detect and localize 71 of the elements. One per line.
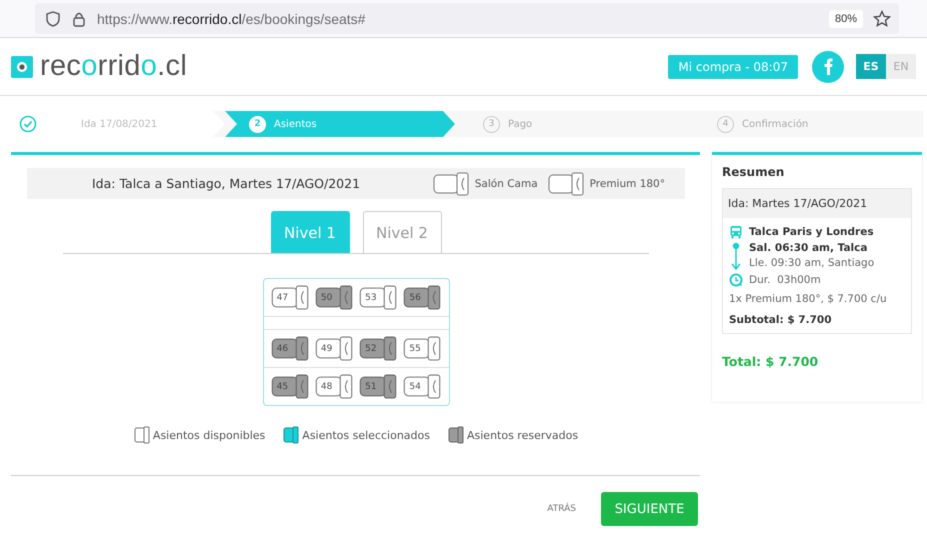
seat-button[interactable]: 54: [403, 374, 442, 399]
step-number: 2: [249, 116, 266, 132]
seat-button[interactable]: 53: [359, 285, 398, 310]
seat-icon: [403, 285, 442, 310]
seat-icon: [359, 336, 398, 361]
subtotal: Subtotal: $ 7.700: [729, 314, 833, 326]
route-arrow-icon: [730, 242, 742, 270]
seat-button[interactable]: 52: [359, 336, 398, 361]
seat-icon: [548, 172, 584, 196]
company-name: Talca Paris y Londres: [749, 226, 874, 238]
seat-icon: [314, 336, 353, 361]
seat-icon: [270, 374, 309, 399]
logo-icon: [11, 56, 33, 78]
next-button[interactable]: SIGUIENTE: [601, 492, 698, 526]
seat-button[interactable]: 55: [403, 336, 442, 361]
url-text: https://www.recorrido.cl/es/bookings/seats#: [97, 10, 366, 26]
language-button[interactable]: EN: [886, 54, 916, 79]
seat-icon: [359, 374, 398, 399]
clock-icon: [729, 273, 743, 287]
facebook-button[interactable]: [812, 50, 844, 82]
seat-icon: [134, 426, 150, 444]
seat-icon: [314, 374, 353, 399]
seat-type-label: Premium 180°: [590, 178, 665, 190]
seat-button[interactable]: 45: [270, 374, 309, 399]
shield-icon: [45, 10, 61, 26]
level-tab[interactable]: Nivel 1: [270, 211, 350, 253]
trip-title: Ida: Talca a Santiago, Martes 17/AGO/2021: [92, 176, 360, 191]
seat-button[interactable]: 50: [314, 285, 353, 310]
legend-label: Asientos disponibles: [152, 428, 266, 442]
logo-text[interactable]: recorrido.cl: [40, 50, 188, 83]
seat-icon: [403, 374, 442, 399]
seat-button[interactable]: 51: [359, 374, 398, 399]
seat-icon: [432, 172, 469, 196]
legend-label: Asientos reservados: [466, 428, 578, 442]
step-label: Asientos: [274, 118, 317, 130]
level-tab[interactable]: Nivel 2: [362, 211, 442, 253]
step-number: 4: [717, 116, 734, 132]
seat-icon: [314, 285, 353, 310]
seat-icon: [448, 426, 464, 444]
step-label: Confirmación: [742, 118, 808, 130]
seat-button[interactable]: 56: [403, 285, 442, 310]
back-link[interactable]: ATRÁS: [547, 504, 576, 514]
cart-button[interactable]: Mi compra - 08:07: [668, 54, 798, 78]
trip-duration: Dur. 03h00m: [749, 274, 821, 286]
seat-icon: [283, 426, 300, 444]
step-label: Ida 17/08/2021: [81, 118, 158, 130]
arrival-time: Lle. 09:30 am, Santiago: [749, 257, 874, 269]
departure-time: Sal. 06:30 am, Talca: [749, 242, 868, 254]
address-bar[interactable]: https://www.recorrido.cl/es/bookings/seats# 80%: [35, 3, 899, 34]
language-button[interactable]: ES: [856, 54, 886, 79]
trip-date: Ida: Martes 17/AGO/2021: [723, 189, 911, 218]
seat-button[interactable]: 47: [270, 285, 309, 310]
bookmark-star-icon: [873, 10, 891, 27]
seat-icon: [403, 336, 442, 361]
seat-button[interactable]: 46: [270, 336, 309, 361]
zoom-level[interactable]: 80%: [828, 10, 863, 28]
step-label: Pago: [508, 118, 532, 130]
bus-icon: [729, 225, 743, 239]
lock-icon: [71, 10, 87, 26]
fare-line: 1x Premium 180°, $ 7.700 c/u: [729, 293, 888, 305]
seat-button[interactable]: 48: [314, 374, 353, 399]
seat-icon: [270, 336, 309, 361]
seat-icon: [359, 285, 398, 310]
step-number: 3: [483, 116, 500, 132]
summary-title: Resumen: [722, 165, 786, 179]
seat-type-label: Salón Cama: [474, 178, 538, 190]
seat-button[interactable]: 49: [314, 336, 353, 361]
seat-icon: [270, 285, 309, 310]
total-price: Total: $ 7.700: [722, 354, 820, 369]
check-circle-icon: [19, 115, 37, 133]
legend-label: Asientos seleccionados: [302, 428, 430, 442]
